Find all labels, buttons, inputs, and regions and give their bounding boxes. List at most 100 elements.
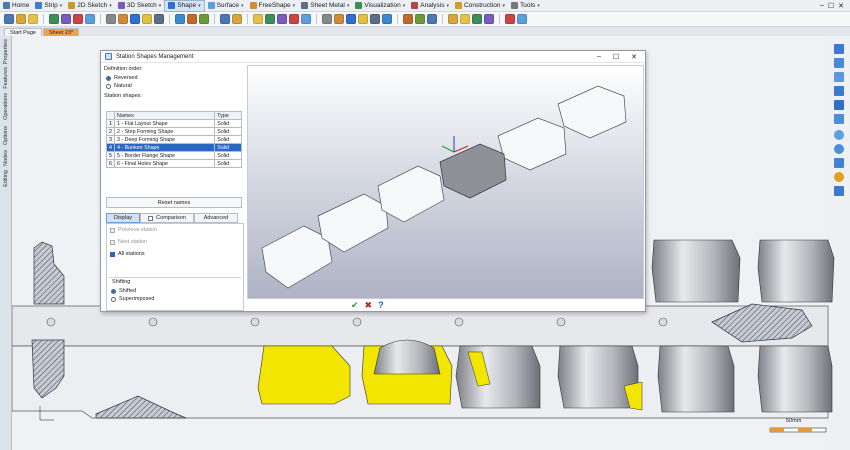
toolbar-tool-icon[interactable] (484, 14, 494, 24)
chevron-down-icon[interactable]: ▾ (159, 3, 162, 9)
toolbar-tool-icon[interactable] (130, 14, 140, 24)
view-side-icon[interactable] (834, 72, 844, 82)
maximize-icon[interactable]: ☐ (828, 2, 834, 10)
chevron-down-icon[interactable]: ▾ (109, 3, 112, 9)
chevron-down-icon[interactable]: ▾ (198, 3, 201, 9)
table-row[interactable]: 6 6 - Final Holes Shape Solid (106, 159, 242, 168)
chevron-down-icon[interactable]: ▾ (60, 3, 63, 9)
all-stations-option[interactable]: All stations (107, 248, 243, 260)
table-row[interactable]: 1 1 - Flat Layout Shape Solid (106, 119, 242, 128)
tab-advanced[interactable]: Advanced (194, 213, 238, 223)
shape-name-cell[interactable]: 1 - Flat Layout Shape (113, 119, 216, 128)
chevron-down-icon[interactable]: ▾ (293, 3, 296, 9)
wireframe-icon[interactable] (834, 144, 844, 154)
menu-strip[interactable]: Strip ▾ (32, 0, 65, 12)
previous-station-option[interactable]: Previous station (107, 224, 243, 236)
menu-analysis[interactable]: Analysis ▾ (408, 0, 452, 12)
menu-sheet-metal[interactable]: Sheet Metal ▾ (298, 0, 352, 12)
toolbar-tool-icon[interactable] (220, 14, 230, 24)
menu-home[interactable]: Home (0, 0, 32, 12)
toolbar-tool-icon[interactable] (289, 14, 299, 24)
side-tab-nodes[interactable]: Nodes (1, 150, 11, 166)
menu-visualization[interactable]: Visualization ▾ (352, 0, 408, 12)
render-icon[interactable] (834, 158, 844, 168)
reset-names-button[interactable]: Reset names (106, 197, 242, 208)
chevron-down-icon[interactable]: ▾ (537, 3, 540, 9)
toolbar-tool-icon[interactable] (106, 14, 116, 24)
toolbar-tool-icon[interactable] (232, 14, 242, 24)
toolbar-tool-icon[interactable] (370, 14, 380, 24)
checkbox[interactable] (110, 227, 115, 233)
tab-display[interactable]: Display (106, 213, 140, 223)
shape-name-cell[interactable]: 2 - Step Forming Shape (113, 127, 216, 136)
tab-comparison[interactable]: Comparison (140, 213, 194, 223)
side-tab-operations[interactable]: Operations (1, 92, 11, 120)
ok-check-icon[interactable]: ✔ (351, 300, 359, 311)
checkbox[interactable] (110, 251, 115, 257)
dialog-title-bar[interactable]: Station Shapes Management – ☐ ✕ (101, 51, 645, 63)
menu-shape[interactable]: Shape ▾ (164, 0, 205, 12)
toolbar-tool-icon[interactable] (16, 14, 26, 24)
toolbar-tool-icon[interactable] (73, 14, 83, 24)
shape-name-cell[interactable]: 4 - Bunken Shape (113, 143, 216, 152)
side-tab-properties[interactable]: Properties (1, 39, 11, 64)
table-row[interactable]: 3 3 - Deep Forming Shape Solid (106, 135, 242, 144)
chevron-down-icon[interactable]: ▾ (347, 3, 350, 9)
toolbar-tool-icon[interactable] (460, 14, 470, 24)
table-row[interactable]: 5 5 - Border Flange Shape Solid (106, 151, 242, 160)
toolbar-tool-icon[interactable] (322, 14, 332, 24)
chevron-down-icon[interactable]: ▾ (403, 3, 406, 9)
toolbar-tool-icon[interactable] (277, 14, 287, 24)
menu-3d-sketch[interactable]: 3D Sketch ▾ (115, 0, 165, 12)
view-front-icon[interactable] (834, 44, 844, 54)
shape-name-cell[interactable]: 3 - Deep Forming Shape (113, 135, 216, 144)
column-header-names[interactable]: Names (113, 111, 216, 120)
menu-tools[interactable]: Tools ▾ (508, 0, 543, 12)
toolbar-tool-icon[interactable] (4, 14, 14, 24)
side-tab-features[interactable]: Features (1, 66, 11, 90)
table-row-selected[interactable]: 4 4 - Bunken Shape Solid (106, 143, 242, 152)
side-tab-options[interactable]: Options (1, 122, 11, 148)
tab-start-page[interactable]: Start Page (4, 28, 42, 36)
help-icon[interactable]: ? (378, 300, 384, 311)
view-rotate-icon[interactable] (834, 100, 844, 110)
toolbar-tool-icon[interactable] (118, 14, 128, 24)
cancel-x-icon[interactable]: ✖ (365, 300, 373, 311)
tab-sheet-23[interactable]: Sheet 23* (43, 28, 80, 36)
layout-icon[interactable] (834, 114, 844, 124)
comparison-checkbox[interactable] (148, 215, 154, 221)
toolbar-tool-icon[interactable] (175, 14, 185, 24)
toolbar-tool-icon[interactable] (187, 14, 197, 24)
view-top-icon[interactable] (834, 58, 844, 68)
toolbar-tool-icon[interactable] (142, 14, 152, 24)
menu-surface[interactable]: Surface ▾ (205, 0, 247, 12)
table-row[interactable]: 2 2 - Step Forming Shape Solid (106, 127, 242, 136)
shape-name-cell[interactable]: 6 - Final Holes Shape (113, 159, 216, 168)
order-reversed-radio[interactable]: Reversed (106, 74, 244, 82)
order-natural-radio[interactable]: Natural (106, 82, 244, 90)
menu-freeshape[interactable]: FreeShape ▾ (247, 0, 299, 12)
toolbar-tool-icon[interactable] (61, 14, 71, 24)
toolbar-tool-icon[interactable] (154, 14, 164, 24)
maximize-icon[interactable]: ☐ (613, 53, 619, 61)
checkbox[interactable] (110, 239, 115, 245)
shapes-3d-preview[interactable] (247, 65, 644, 299)
shifted-radio[interactable]: Shifted (111, 287, 241, 295)
shape-name-cell[interactable]: 5 - Border Flange Shape (113, 151, 216, 160)
toolbar-tool-icon[interactable] (517, 14, 527, 24)
menu-2d-sketch[interactable]: 2D Sketch ▾ (65, 0, 115, 12)
display-settings-icon[interactable] (834, 186, 844, 196)
next-station-option[interactable]: Next station (107, 236, 243, 248)
close-icon[interactable]: ✕ (838, 2, 844, 10)
toolbar-tool-icon[interactable] (28, 14, 38, 24)
toolbar-tool-icon[interactable] (505, 14, 515, 24)
toolbar-tool-icon[interactable] (49, 14, 59, 24)
preview-svg[interactable] (248, 66, 645, 300)
toolbar-tool-icon[interactable] (334, 14, 344, 24)
chevron-down-icon[interactable]: ▾ (241, 3, 244, 9)
toolbar-tool-icon[interactable] (358, 14, 368, 24)
minimize-icon[interactable]: – (820, 2, 824, 10)
color-palette-icon[interactable] (834, 172, 844, 182)
minimize-icon[interactable]: – (597, 53, 601, 61)
view-iso-icon[interactable] (834, 86, 844, 96)
